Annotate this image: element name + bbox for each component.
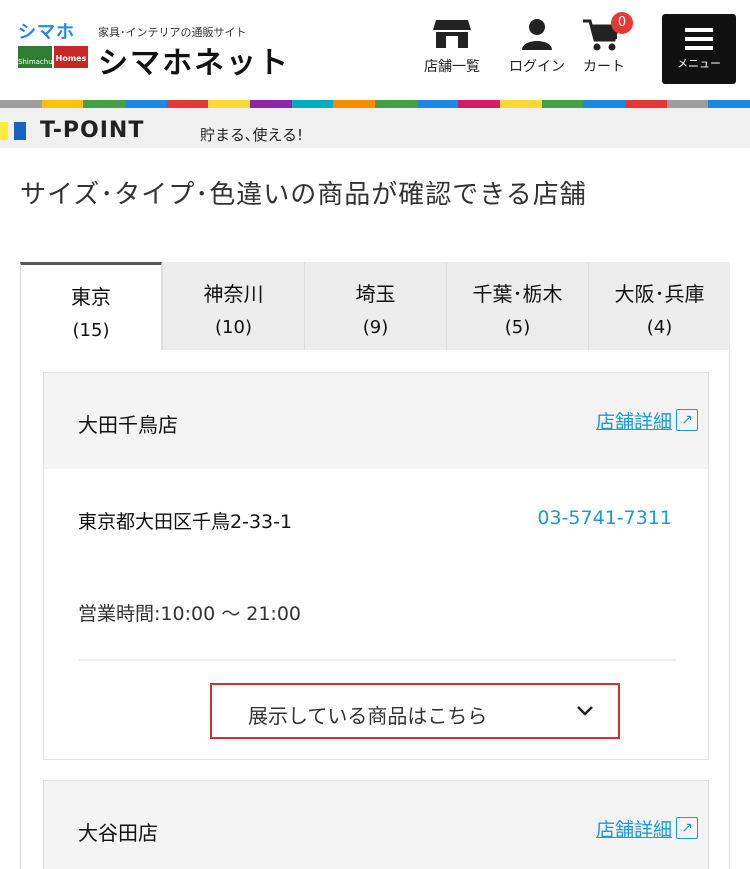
region-tabs: 東京 (15) 神奈川 (10) 埼玉 (9) 千葉･栃木 (5) 大阪･兵庫 … (20, 262, 730, 350)
store-hours: 営業時間:10:00 ～ 21:00 (78, 603, 301, 625)
external-link-icon[interactable]: ↗ (676, 817, 698, 839)
store-card-header: 大谷田店 店舗詳細 ↗ (44, 781, 708, 869)
store-detail-link[interactable]: 店舗詳細 (596, 407, 672, 434)
exhibited-products-label: 展示している商品はこちら (248, 704, 488, 728)
divider (78, 659, 676, 661)
strip-segment (666, 100, 709, 108)
tpoint-tagline: 貯まる､使える! (200, 126, 304, 144)
tab-label: 大阪･兵庫 (614, 282, 705, 306)
strip-segment (541, 100, 584, 108)
strip-segment (625, 100, 667, 108)
tab-label: 千葉･栃木 (472, 282, 563, 306)
tpoint-logo-icon (0, 122, 8, 140)
nav-cart-label: カート (583, 59, 625, 75)
store-card-header: 大田千鳥店 店舗詳細 ↗ (44, 373, 708, 469)
strip-segment (708, 100, 750, 108)
store-name: 大田千鳥店 (78, 413, 178, 437)
color-strip (0, 100, 750, 108)
store-card: 大谷田店 店舗詳細 ↗ (43, 780, 709, 869)
exhibited-products-toggle[interactable]: 展示している商品はこちら (210, 683, 620, 739)
menu-button[interactable]: メニュー (662, 14, 736, 84)
store-name: 大谷田店 (78, 821, 158, 845)
strip-segment (375, 100, 417, 108)
strip-segment (500, 100, 542, 108)
strip-segment (333, 100, 376, 108)
chevron-down-icon (577, 706, 593, 716)
homes-badge: Homes (54, 46, 88, 68)
tab-count: (15) (72, 320, 110, 341)
tab-tokyo[interactable]: 東京 (15) (20, 262, 162, 350)
logo-mark-text: シマホ (18, 22, 75, 43)
hamburger-icon (685, 28, 713, 50)
tab-count: (9) (362, 317, 389, 338)
strip-segment (83, 100, 126, 108)
nav-store-list-label: 店舗一覧 (424, 59, 480, 75)
strip-segment (458, 100, 501, 108)
tab-label: 東京 (71, 285, 111, 309)
strip-segment (583, 100, 626, 108)
nav-login-label: ログイン (509, 59, 565, 75)
site-logo[interactable]: シマホ Shimachu Homes 家具･インテリアの通販サイト シマホネット (18, 18, 318, 81)
strip-segment (41, 100, 84, 108)
tab-saitama[interactable]: 埼玉 (9) (304, 262, 446, 350)
store-address: 東京都大田区千鳥2-33-1 (78, 511, 293, 533)
strip-segment (416, 100, 459, 108)
tab-kanagawa[interactable]: 神奈川 (10) (162, 262, 304, 350)
tpoint-name: T-POINT (40, 118, 145, 143)
cart-count-badge: 0 (611, 12, 633, 34)
strip-segment (125, 100, 167, 108)
menu-button-label: メニュー (677, 57, 721, 70)
store-card: 大田千鳥店 店舗詳細 ↗ 東京都大田区千鳥2-33-1 03-5741-7311… (43, 372, 709, 760)
shimachu-badge: Shimachu (18, 46, 53, 68)
tab-osaka-hyogo[interactable]: 大阪･兵庫 (4) (588, 262, 730, 350)
store-icon (433, 20, 471, 48)
user-icon (522, 19, 552, 50)
nav-store-list[interactable]: 店舗一覧 (422, 18, 482, 92)
tab-count: (10) (215, 317, 252, 338)
tab-label: 埼玉 (355, 282, 396, 306)
logo-mark: シマホ Shimachu Homes (18, 18, 90, 74)
logo-name: シマホネット (98, 46, 290, 81)
site-header: シマホ Shimachu Homes 家具･インテリアの通販サイト シマホネット… (0, 0, 750, 100)
strip-segment (166, 100, 209, 108)
strip-segment (291, 100, 334, 108)
strip-segment (250, 100, 292, 108)
store-phone-link[interactable]: 03-5741-7311 (537, 507, 672, 529)
nav-cart[interactable]: 0 カート (575, 12, 633, 92)
tab-label: 神奈川 (203, 282, 264, 306)
page-title: サイズ･タイプ･色違いの商品が確認できる店舗 (20, 180, 587, 210)
external-link-icon[interactable]: ↗ (676, 409, 698, 431)
store-detail-link[interactable]: 店舗詳細 (596, 815, 672, 842)
store-list-panel: 大田千鳥店 店舗詳細 ↗ 東京都大田区千鳥2-33-1 03-5741-7311… (20, 350, 730, 869)
nav-login[interactable]: ログイン (500, 18, 574, 92)
tab-count: (4) (646, 317, 673, 338)
strip-segment (0, 100, 42, 108)
tab-count: (5) (504, 317, 531, 338)
tab-chiba-tochigi[interactable]: 千葉･栃木 (5) (446, 262, 588, 350)
tpoint-banner[interactable]: T-POINT 貯まる､使える! (0, 108, 750, 148)
strip-segment (208, 100, 251, 108)
